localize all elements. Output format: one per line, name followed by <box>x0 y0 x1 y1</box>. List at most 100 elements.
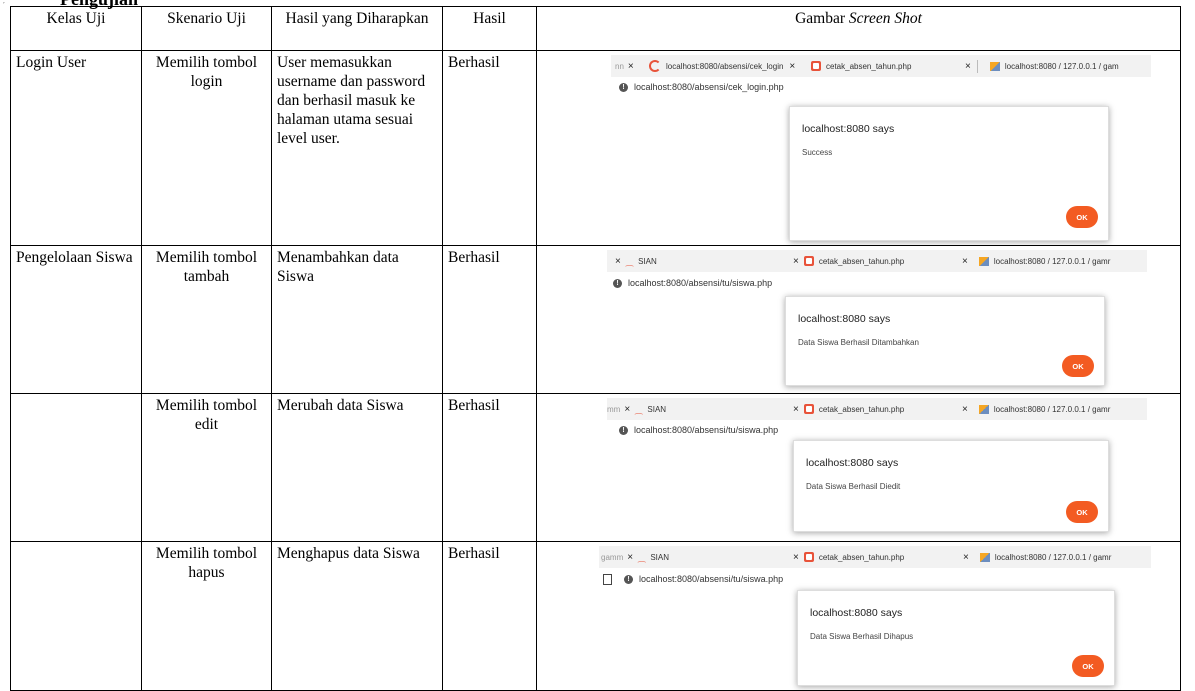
table-row: Login User Memilih tombol login User mem… <box>10 50 1181 246</box>
header-screen-shot-label: Screen Shot <box>848 10 922 27</box>
test-table: Kelas Uji Skenario Uji Hasil yang Dihara… <box>10 6 1181 691</box>
address-bar: ! localhost:8080/absensi/cek_login.php <box>619 78 1139 96</box>
close-icon: × <box>965 60 971 72</box>
tab-bar: nn × localhost:8080/absensi/cek_login × ce… <box>611 55 1151 77</box>
url-text: localhost:8080/absensi/tu/siswa.php <box>634 424 779 435</box>
tab-cetak: × cetak_absen_tahun.php <box>793 250 904 272</box>
phpmyadmin-icon <box>989 61 1000 71</box>
tab-active: localhost:8080/absensi/cek_login × <box>649 55 800 77</box>
tab-label: cetak_absen_tahun.php <box>818 404 905 414</box>
close-icon: × <box>793 403 799 415</box>
loading-icon: ⁔ <box>625 255 634 266</box>
cell-harapan: Merubah data Siswa <box>271 393 443 542</box>
bookmark-icon <box>603 573 612 585</box>
dialog-title: localhost:8080 says <box>810 607 903 619</box>
cell-screenshot: gamm × ⁔ SIAN × cetak_absen_tahun.php × local… <box>536 541 1181 691</box>
cell-kelas <box>10 393 142 542</box>
tab-fragment-label: mm <box>607 404 621 414</box>
file-icon <box>803 256 814 266</box>
close-icon: × <box>962 403 968 415</box>
cell-screenshot: mm × ⁔ SIAN × cetak_absen_tahun.php × localho… <box>536 393 1181 542</box>
table-row: Pengelolaan Siswa Memilih tombol tambah … <box>10 245 1181 394</box>
alert-dialog: localhost:8080 says Success OK <box>789 106 1109 241</box>
ok-button[interactable]: OK <box>1062 355 1094 377</box>
alert-dialog: localhost:8080 says Data Siswa Berhasil … <box>785 296 1105 386</box>
tab-phpmyadmin: × localhost:8080 / 127.0.0.1 / gamr <box>962 398 1110 420</box>
tab-label: localhost:8080 / 127.0.0.1 / gamr <box>993 256 1111 266</box>
browser-screenshot: mm × ⁔ SIAN × cetak_absen_tahun.php × localho… <box>538 395 1180 541</box>
alert-dialog: localhost:8080 says Data Siswa Berhasil … <box>797 590 1115 686</box>
cell-hasil: Berhasil <box>442 245 537 394</box>
cell-kelas <box>10 541 142 691</box>
tab-cetak: cetak_absen_tahun.php <box>811 55 911 77</box>
loading-icon: ⁔ <box>638 551 646 562</box>
alert-dialog: localhost:8080 says Data Siswa Berhasil … <box>793 440 1109 532</box>
phpmyadmin-icon <box>978 256 989 266</box>
cell-skenario: Memilih tombol hapus <box>141 541 272 691</box>
cell-hasil: Berhasil <box>442 393 537 542</box>
tab-cetak: × cetak_absen_tahun.php <box>793 546 904 568</box>
ok-button[interactable]: OK <box>1066 206 1098 228</box>
tab-label: localhost:8080/absensi/cek_login <box>666 61 784 71</box>
address-bar: ! localhost:8080/absensi/tu/siswa.php <box>619 421 1139 439</box>
url-text: localhost:8080/absensi/tu/siswa.php <box>628 277 773 288</box>
cell-hasil: Berhasil <box>442 50 537 246</box>
header-gambar: Gambar Screen Shot <box>536 6 1181 51</box>
tab-active: × ⁔ SIAN <box>615 250 657 272</box>
tab-label: localhost:8080 / 127.0.0.1 / gamr <box>994 552 1112 562</box>
close-icon: × <box>627 60 634 72</box>
close-icon: × <box>627 551 634 563</box>
tab-fragment-label: gamm <box>601 552 624 562</box>
ok-button[interactable]: OK <box>1072 655 1104 677</box>
tab-phpmyadmin: × localhost:8080 / 127.0.0.1 / gamr <box>962 250 1110 272</box>
reload-icon <box>649 60 661 72</box>
cell-kelas: Login User <box>10 50 142 246</box>
dialog-message: Data Siswa Berhasil Ditambahkan <box>798 338 919 347</box>
phpmyadmin-icon <box>979 552 990 562</box>
cell-skenario: Memilih tombol tambah <box>141 245 272 394</box>
browser-screenshot: nn × localhost:8080/absensi/cek_login × ce… <box>538 52 1180 245</box>
header-hasil: Hasil <box>442 6 537 51</box>
close-icon: × <box>793 551 799 563</box>
info-icon: ! <box>613 278 622 288</box>
dialog-title: localhost:8080 says <box>806 457 899 469</box>
tab-label: localhost:8080 / 127.0.0.1 / gam <box>1004 61 1119 71</box>
dialog-title: localhost:8080 says <box>798 313 891 325</box>
file-icon <box>811 61 821 71</box>
tab-fragment-label: nn <box>615 61 624 71</box>
close-icon: × <box>793 255 799 267</box>
cell-kelas: Pengelolaan Siswa <box>10 245 142 394</box>
info-icon: ! <box>624 574 633 584</box>
header-gambar-label: Gambar <box>795 10 845 27</box>
cell-hasil: Berhasil <box>442 541 537 691</box>
table-row: Memilih tombol edit Merubah data Siswa B… <box>10 393 1181 542</box>
cell-skenario: Memilih tombol edit <box>141 393 272 542</box>
header-skenario-uji: Skenario Uji <box>141 6 272 51</box>
info-icon: ! <box>619 425 628 435</box>
close-icon: × <box>963 551 969 563</box>
loading-icon: ⁔ <box>635 403 643 414</box>
dialog-title: localhost:8080 says <box>802 123 895 135</box>
tab-label: localhost:8080 / 127.0.0.1 / gamr <box>993 404 1111 414</box>
tab-label: cetak_absen_tahun.php <box>826 61 912 71</box>
url-text: localhost:8080/absensi/cek_login.php <box>634 81 784 92</box>
cell-screenshot: nn × localhost:8080/absensi/cek_login × ce… <box>536 50 1181 246</box>
tab-cetak: × cetak_absen_tahun.php <box>793 398 904 420</box>
table-header-row: Kelas Uji Skenario Uji Hasil yang Dihara… <box>10 6 1181 51</box>
close-icon: × <box>789 60 796 72</box>
browser-screenshot: × ⁔ SIAN × cetak_absen_tahun.php × localhost… <box>538 247 1180 393</box>
close-icon: × <box>615 255 621 267</box>
file-icon <box>803 404 814 414</box>
header-kelas-uji: Kelas Uji <box>10 6 142 51</box>
dialog-message: Data Siswa Berhasil Dihapus <box>810 632 914 641</box>
close-icon: × <box>962 255 968 267</box>
tab-label: SIAN <box>638 256 657 266</box>
ok-button[interactable]: OK <box>1066 501 1098 523</box>
cell-harapan: User memasukkan username dan password da… <box>271 50 443 246</box>
cell-harapan: Menambahkan data Siswa <box>271 245 443 394</box>
address-bar: ! localhost:8080/absensi/tu/siswa.php <box>613 274 1133 292</box>
tab-bar: gamm × ⁔ SIAN × cetak_absen_tahun.php × local… <box>599 546 1151 568</box>
header-hasil-diharapkan: Hasil yang Diharapkan <box>271 6 443 51</box>
cell-screenshot: × ⁔ SIAN × cetak_absen_tahun.php × localhost… <box>536 245 1181 394</box>
tab-fragment: mm × ⁔ SIAN <box>607 398 666 420</box>
